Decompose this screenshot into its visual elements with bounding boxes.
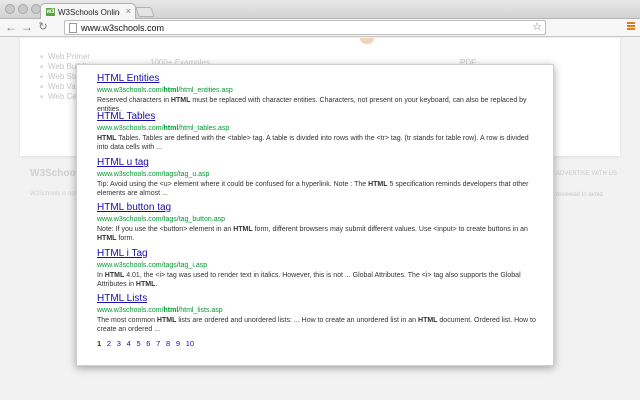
forward-arrow-icon[interactable]: → <box>20 20 34 34</box>
background-decoration <box>360 38 374 44</box>
result-url: www.w3schools.com/tags/tag_button.asp <box>97 216 226 223</box>
result-snippet: Note: If you use the <button> element in… <box>97 226 528 242</box>
result-snippet: HTML Tables. Tables are defined with the… <box>97 135 529 151</box>
url-text[interactable]: www.w3schools.com <box>81 22 164 34</box>
page-link-5[interactable]: 5 <box>136 339 140 348</box>
result-title-link[interactable]: HTML Tables <box>97 111 537 123</box>
search-result: HTML Lists www.w3schools.com/html/html_l… <box>97 293 537 334</box>
result-url: www.w3schools.com/tags/tag_i.asp <box>97 262 208 269</box>
bookmark-star-icon[interactable]: ☆ <box>532 21 542 34</box>
browser-tab[interactable]: w3 W3Schools Online Web Tu × <box>40 3 136 20</box>
search-results-panel: HTML Entities www.w3schools.com/html/htm… <box>76 64 554 366</box>
title-bar: w3 W3Schools Online Web Tu × <box>0 0 640 20</box>
w3schools-favicon-icon: w3 <box>46 8 55 16</box>
browser-menu-icon[interactable] <box>627 22 635 31</box>
result-url: www.w3schools.com/tags/tag_u.asp <box>97 171 210 178</box>
result-title-link[interactable]: HTML u tag <box>97 157 537 169</box>
result-url: www.w3schools.com/html/html_entities.asp <box>97 87 233 94</box>
result-snippet: Tip: Avoid using the <u> element where i… <box>97 181 529 197</box>
result-title-link[interactable]: HTML button tag <box>97 202 537 214</box>
page-link-2[interactable]: 2 <box>107 339 111 348</box>
page-link-10[interactable]: 10 <box>186 339 194 348</box>
page-icon <box>69 23 77 33</box>
page-link-3[interactable]: 3 <box>117 339 121 348</box>
page-link-8[interactable]: 8 <box>166 339 170 348</box>
result-snippet: In HTML 4.01, the <i> tag was used to re… <box>97 272 521 288</box>
footer-text: ADVERTISE WITH US <box>556 171 617 177</box>
result-title-link[interactable]: HTML Entities <box>97 73 537 85</box>
page-link-9[interactable]: 9 <box>176 339 180 348</box>
page-link-6[interactable]: 6 <box>146 339 150 348</box>
result-url: www.w3schools.com/html/html_lists.asp <box>97 307 223 314</box>
result-title-link[interactable]: HTML i Tag <box>97 248 537 260</box>
address-bar[interactable]: www.w3schools.com ☆ <box>64 20 546 35</box>
close-window-button[interactable] <box>5 4 15 14</box>
result-snippet: The most common HTML lists are ordered a… <box>97 317 536 333</box>
search-result: HTML u tag www.w3schools.com/tags/tag_u.… <box>97 157 537 198</box>
pagination: 1 2 3 4 5 6 7 8 9 10 <box>97 339 198 348</box>
browser-toolbar: ← → ↻ www.w3schools.com ☆ <box>0 19 640 37</box>
tab-close-icon[interactable]: × <box>126 6 131 17</box>
new-tab-button[interactable] <box>135 7 155 17</box>
search-result: HTML Tables www.w3schools.com/html/html_… <box>97 111 537 152</box>
minimize-window-button[interactable] <box>18 4 28 14</box>
search-result: HTML i Tag www.w3schools.com/tags/tag_i.… <box>97 248 537 289</box>
tab-title: W3Schools Online Web Tu <box>58 8 120 17</box>
page-link-1[interactable]: 1 <box>97 339 101 348</box>
search-result: HTML button tag www.w3schools.com/tags/t… <box>97 202 537 243</box>
page-link-7[interactable]: 7 <box>156 339 160 348</box>
result-url: www.w3schools.com/html/html_tables.asp <box>97 125 230 132</box>
back-arrow-icon[interactable]: ← <box>4 20 18 34</box>
result-title-link[interactable]: HTML Lists <box>97 293 537 305</box>
reload-icon[interactable]: ↻ <box>36 20 50 34</box>
search-result: HTML Entities www.w3schools.com/html/htm… <box>97 73 537 114</box>
page-link-4[interactable]: 4 <box>127 339 131 348</box>
background-link: Web Primer <box>40 52 90 62</box>
footer-text: reviewed to avoid <box>556 192 603 198</box>
